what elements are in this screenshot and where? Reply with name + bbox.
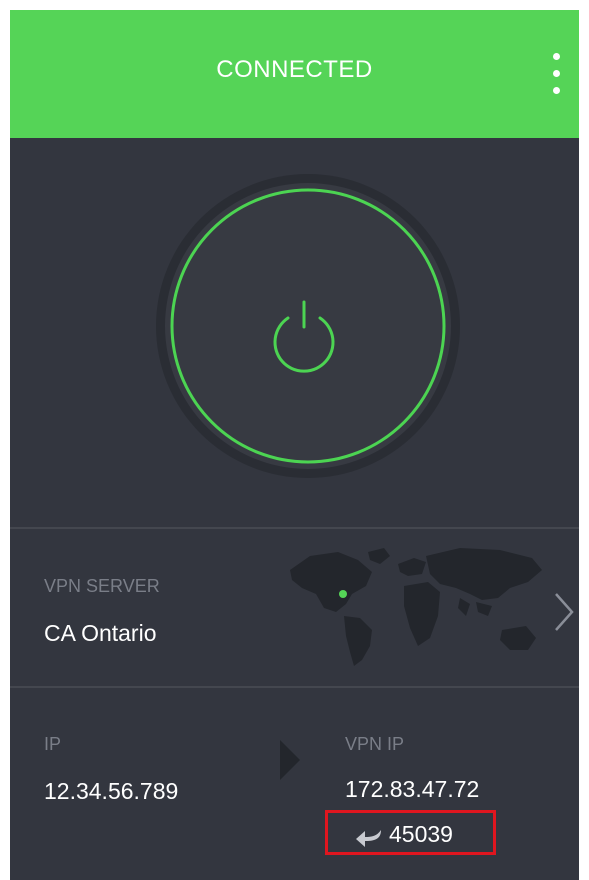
world-map	[290, 548, 542, 666]
status-header: CONNECTED	[10, 10, 579, 138]
forwarded-port-icon	[356, 830, 381, 847]
vpn-server-label: VPN SERVER	[44, 576, 160, 596]
power-icon	[273, 300, 335, 373]
ip-value: 12.34.56.789	[44, 778, 179, 804]
server-location-dot	[339, 590, 347, 598]
vpn-server-name: CA Ontario	[44, 620, 157, 646]
forwarded-port-value: 45039	[389, 821, 453, 847]
connection-status-text: CONNECTED	[216, 56, 373, 83]
power-button-container	[152, 170, 464, 482]
chevron-right-icon[interactable]	[552, 590, 576, 634]
arrow-right-icon	[280, 740, 300, 780]
vpn-ip-value: 172.83.47.72	[345, 776, 480, 802]
vpn-app-window: CONNECTED VPN SERVER CA Ontario IP 12.34…	[10, 10, 579, 880]
kebab-menu-icon[interactable]	[542, 50, 572, 98]
divider-top	[10, 527, 579, 529]
vpn-ip-label: VPN IP	[345, 734, 405, 754]
power-button[interactable]	[164, 182, 444, 462]
divider-bottom	[10, 686, 579, 688]
ip-label: IP	[44, 734, 62, 754]
